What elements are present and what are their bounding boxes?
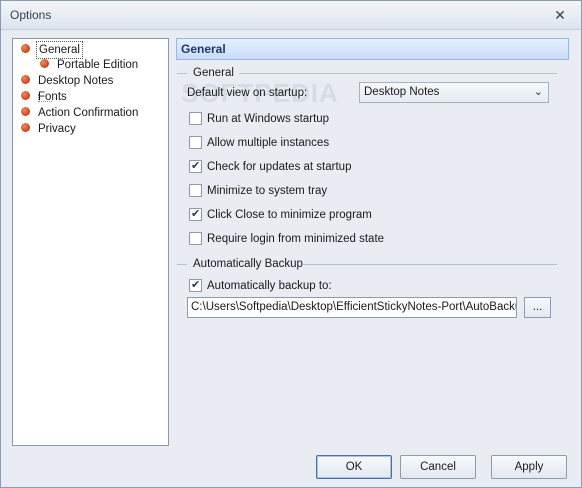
apply-button[interactable]: Apply — [491, 455, 567, 479]
cancel-button[interactable]: Cancel — [400, 455, 476, 479]
bullet-icon — [40, 59, 49, 69]
bullet-icon — [21, 75, 30, 85]
tree-item-desktop-notes[interactable]: Desktop Notes — [21, 73, 115, 89]
bullet-icon — [21, 44, 30, 54]
auto-backup-label: Automatically backup to: — [207, 280, 332, 292]
tree-item-action-confirmation[interactable]: Action Confirmation — [21, 105, 140, 121]
tree-item-general[interactable]: General — [21, 41, 83, 59]
group-divider — [177, 73, 187, 74]
options-tree: General Portable Edition Desktop Notes F… — [12, 38, 169, 446]
chevron-down-icon: ⌄ — [533, 86, 543, 98]
title-bar[interactable]: Options ✕ — [1, 1, 581, 30]
browse-button[interactable]: ... — [524, 297, 551, 318]
default-view-label: Default view on startup: — [187, 87, 308, 99]
default-view-value: Desktop Notes — [364, 86, 440, 98]
check-updates-checkbox[interactable]: ✔ — [189, 160, 202, 173]
bullet-icon — [21, 107, 30, 117]
multiple-instances-checkbox[interactable] — [189, 136, 202, 149]
tree-item-privacy[interactable]: Privacy — [21, 121, 78, 137]
require-login-checkbox[interactable] — [189, 232, 202, 245]
close-minimize-checkbox[interactable]: ✔ — [189, 208, 202, 221]
close-icon[interactable]: ✕ — [551, 6, 569, 24]
backup-group-title: Automatically Backup — [193, 258, 303, 270]
minimize-tray-label: Minimize to system tray — [207, 185, 328, 197]
close-minimize-label: Click Close to minimize program — [207, 209, 372, 221]
tree-item-fonts[interactable]: Fonts — [21, 89, 69, 105]
bullet-icon — [21, 123, 30, 133]
check-updates-label: Check for updates at startup — [207, 161, 352, 173]
group-divider — [303, 264, 557, 265]
group-divider — [177, 264, 187, 265]
group-divider — [239, 73, 557, 74]
backup-path-input[interactable]: C:\Users\Softpedia\Desktop\EfficientStic… — [187, 297, 517, 318]
default-view-select[interactable]: Desktop Notes ⌄ — [359, 82, 549, 103]
check-icon: ✔ — [191, 208, 201, 220]
multiple-instances-label: Allow multiple instances — [207, 137, 330, 149]
page-title: General — [181, 42, 226, 56]
ok-button[interactable]: OK — [316, 455, 392, 479]
options-dialog: Options ✕ General Portable Edition Deskt… — [0, 0, 582, 488]
window-title: Options — [10, 8, 52, 22]
auto-backup-checkbox[interactable]: ✔ — [189, 279, 202, 292]
run-at-startup-checkbox[interactable] — [189, 112, 202, 125]
require-login-label: Require login from minimized state — [207, 233, 385, 245]
tree-item-portable-edition[interactable]: Portable Edition — [40, 57, 140, 73]
check-icon: ✔ — [191, 279, 201, 291]
run-at-startup-label: Run at Windows startup — [207, 113, 330, 125]
check-icon: ✔ — [191, 160, 201, 172]
page-header: General — [176, 38, 569, 60]
general-group-title: General — [193, 67, 234, 79]
minimize-tray-checkbox[interactable] — [189, 184, 202, 197]
bullet-icon — [21, 91, 30, 101]
